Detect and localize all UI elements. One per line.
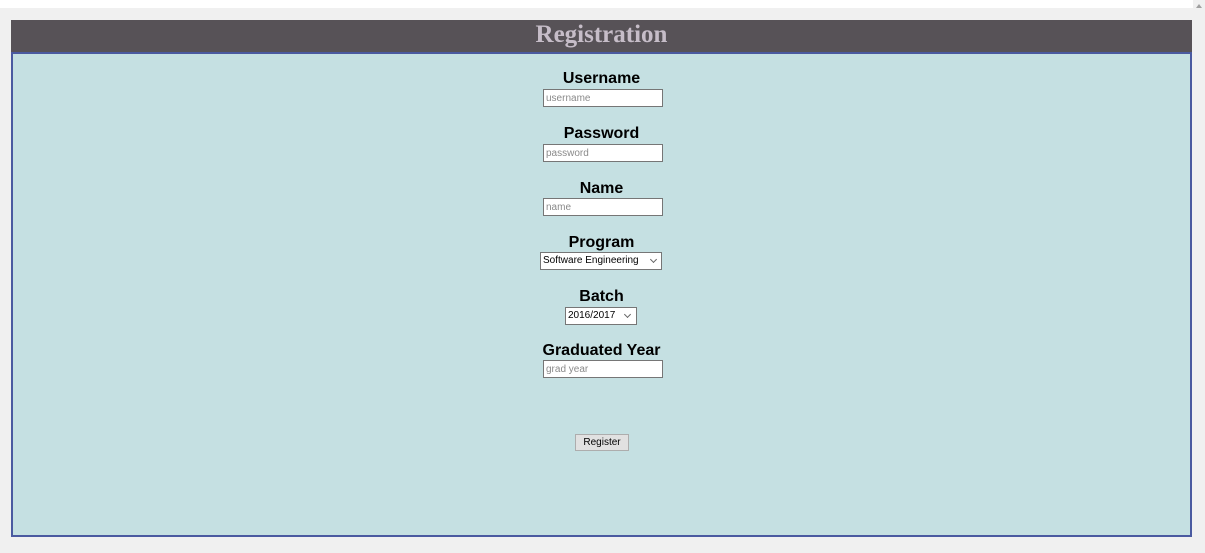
name-input[interactable]	[543, 198, 663, 216]
username-input[interactable]	[543, 89, 663, 107]
top-strip	[0, 0, 1205, 8]
register-button[interactable]: Register	[575, 434, 629, 451]
registration-form: Username Password Name Program Software …	[11, 52, 1192, 537]
graduated-year-input[interactable]	[543, 360, 663, 378]
password-input[interactable]	[543, 144, 663, 162]
program-selected-value: Software Engineering	[543, 255, 639, 266]
batch-select[interactable]: 2016/2017	[565, 307, 637, 325]
program-select[interactable]: Software Engineering	[540, 252, 662, 270]
graduated-year-label: Graduated Year	[542, 342, 661, 359]
name-label: Name	[579, 180, 624, 197]
chevron-down-icon	[649, 255, 658, 264]
scroll-up-icon[interactable]	[1196, 4, 1202, 8]
password-label: Password	[563, 125, 640, 142]
page-title: Registration	[11, 20, 1192, 52]
chevron-down-icon	[623, 310, 632, 319]
page: Registration Username Password Name Prog…	[0, 0, 1205, 553]
program-label: Program	[568, 234, 635, 251]
batch-selected-value: 2016/2017	[568, 310, 616, 321]
username-label: Username	[562, 70, 641, 87]
batch-label: Batch	[579, 288, 624, 305]
vertical-scrollbar[interactable]	[1193, 0, 1205, 553]
